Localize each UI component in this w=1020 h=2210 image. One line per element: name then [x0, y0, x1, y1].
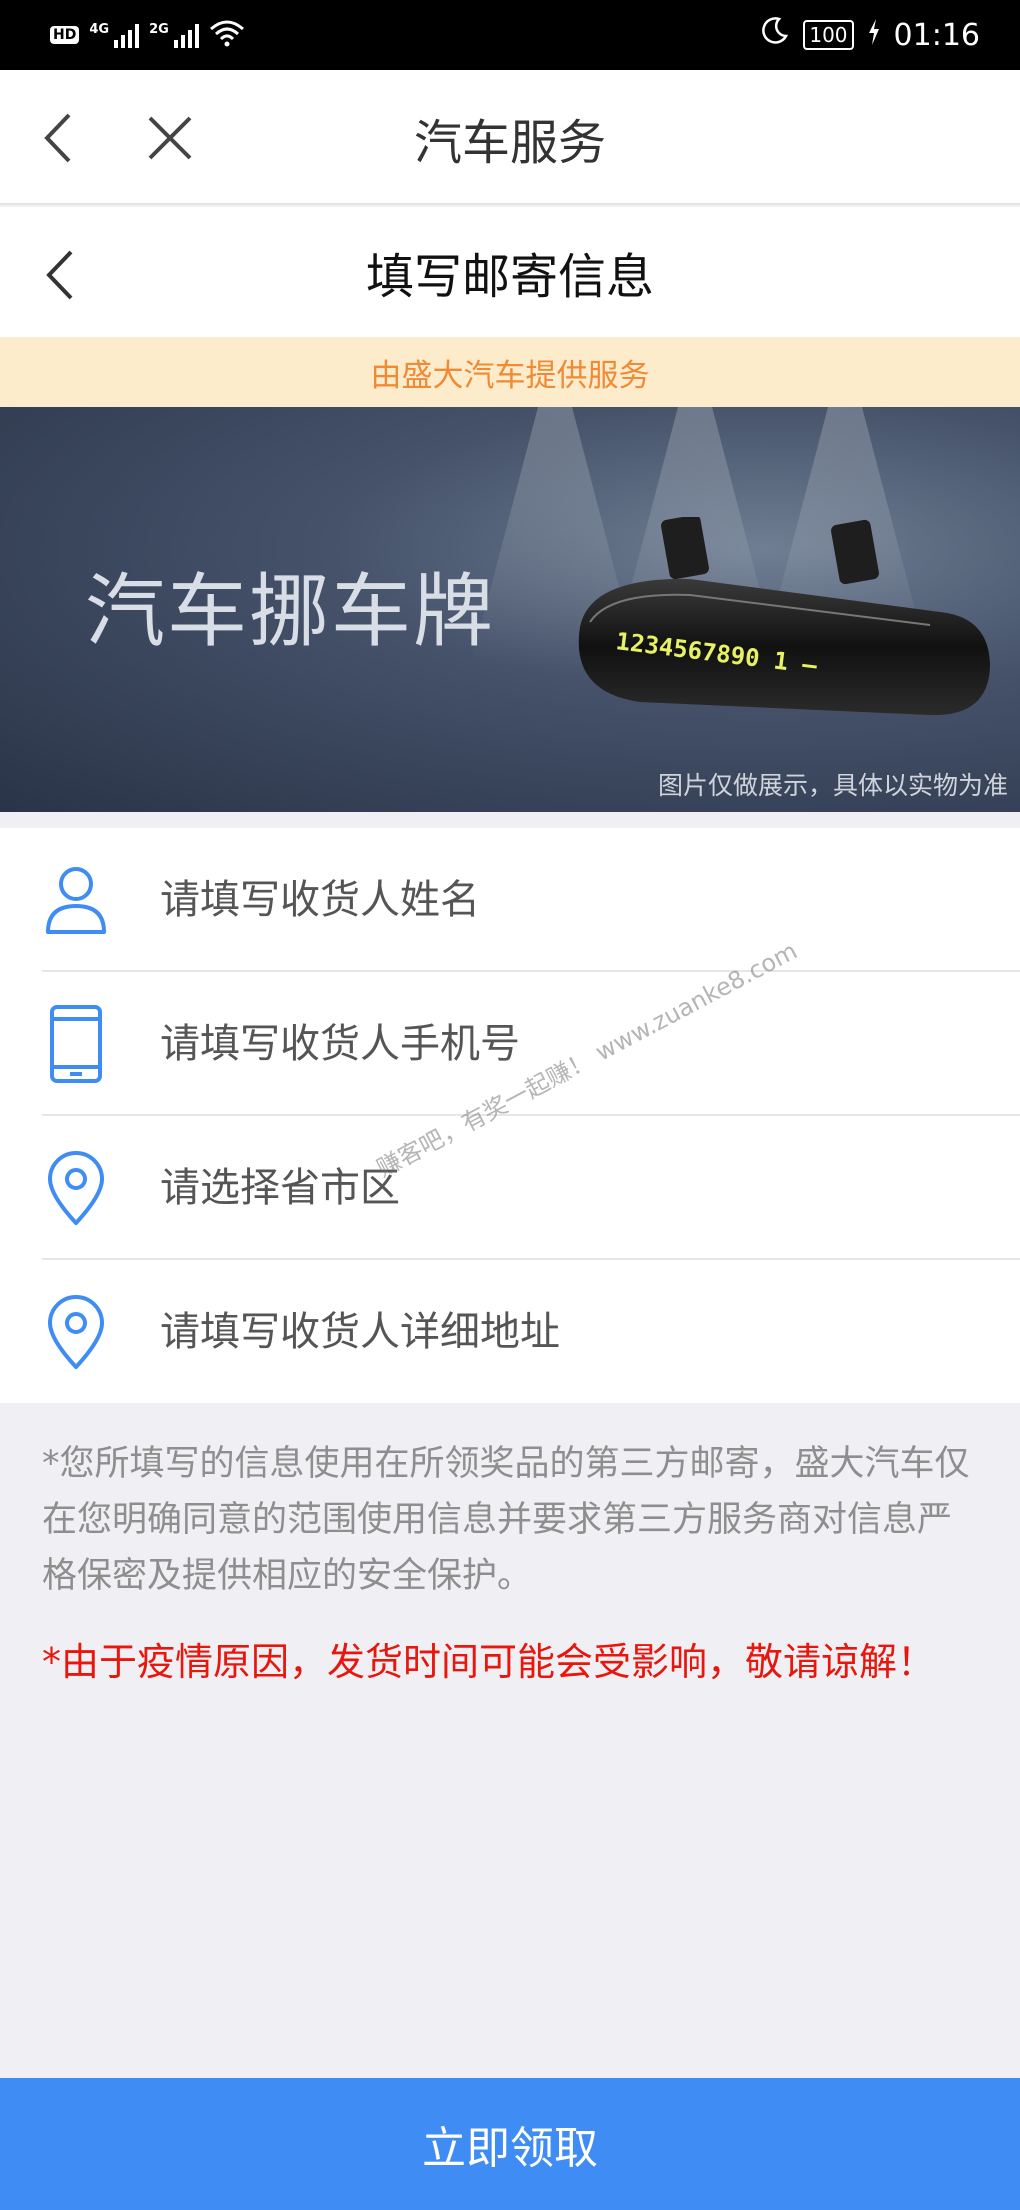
- region-select[interactable]: [160, 1148, 980, 1228]
- service-provider-notice: 由盛大汽车提供服务: [0, 337, 1020, 407]
- phone-row: [0, 972, 1020, 1116]
- phone-icon: [42, 1004, 110, 1084]
- battery-indicator: 100: [803, 20, 854, 50]
- wifi-icon: [209, 19, 245, 52]
- signal-icon: 2G: [149, 22, 199, 48]
- clock: 01:16: [893, 17, 980, 53]
- banner-title: 汽车挪车牌: [85, 565, 495, 658]
- name-row: [0, 828, 1020, 972]
- phone-input[interactable]: [160, 1004, 980, 1084]
- status-right: 100 01:16: [759, 16, 980, 54]
- network-type-1: 4G: [89, 22, 110, 37]
- signal-icon: 4G: [89, 22, 140, 48]
- status-bar: HD 4G 2G 100 01:16: [0, 0, 1020, 70]
- address-row: [0, 1260, 1020, 1404]
- person-icon: [42, 860, 110, 940]
- shipping-form: [0, 828, 1020, 1403]
- moon-icon: [759, 16, 789, 54]
- banner-caption: 图片仅做展示，具体以实物为准: [657, 771, 1008, 800]
- hd-badge: HD: [50, 26, 80, 44]
- address-input[interactable]: [160, 1292, 980, 1372]
- product-banner: 汽车挪车牌 1234567890 1 — 图片仅做展示，具体以实物为准: [0, 407, 1020, 812]
- network-type-2: 2G: [149, 22, 169, 37]
- shipping-delay-warning: *由于疫情原因，发货时间可能会受影响，敬请谅解！: [42, 1640, 936, 1684]
- location-pin-icon: [42, 1292, 110, 1372]
- location-pin-icon: [42, 1148, 110, 1228]
- region-row[interactable]: [0, 1116, 1020, 1260]
- app-header: 汽车服务: [0, 70, 1020, 205]
- parking-number-plate-image: 1234567890 1 —: [578, 517, 990, 716]
- name-input[interactable]: [160, 860, 980, 940]
- page-header: 填写邮寄信息: [0, 207, 1020, 337]
- page-title: 填写邮寄信息: [365, 249, 654, 305]
- charging-icon: [868, 18, 880, 53]
- privacy-disclaimer: *您所填写的信息使用在所领奖品的第三方邮寄，盛大汽车仅在您明确同意的范围使用信息…: [42, 1444, 970, 1596]
- claim-now-button[interactable]: 立即领取: [0, 2078, 1020, 2210]
- app-title: 汽车服务: [413, 114, 606, 171]
- status-left: HD 4G 2G: [50, 19, 245, 52]
